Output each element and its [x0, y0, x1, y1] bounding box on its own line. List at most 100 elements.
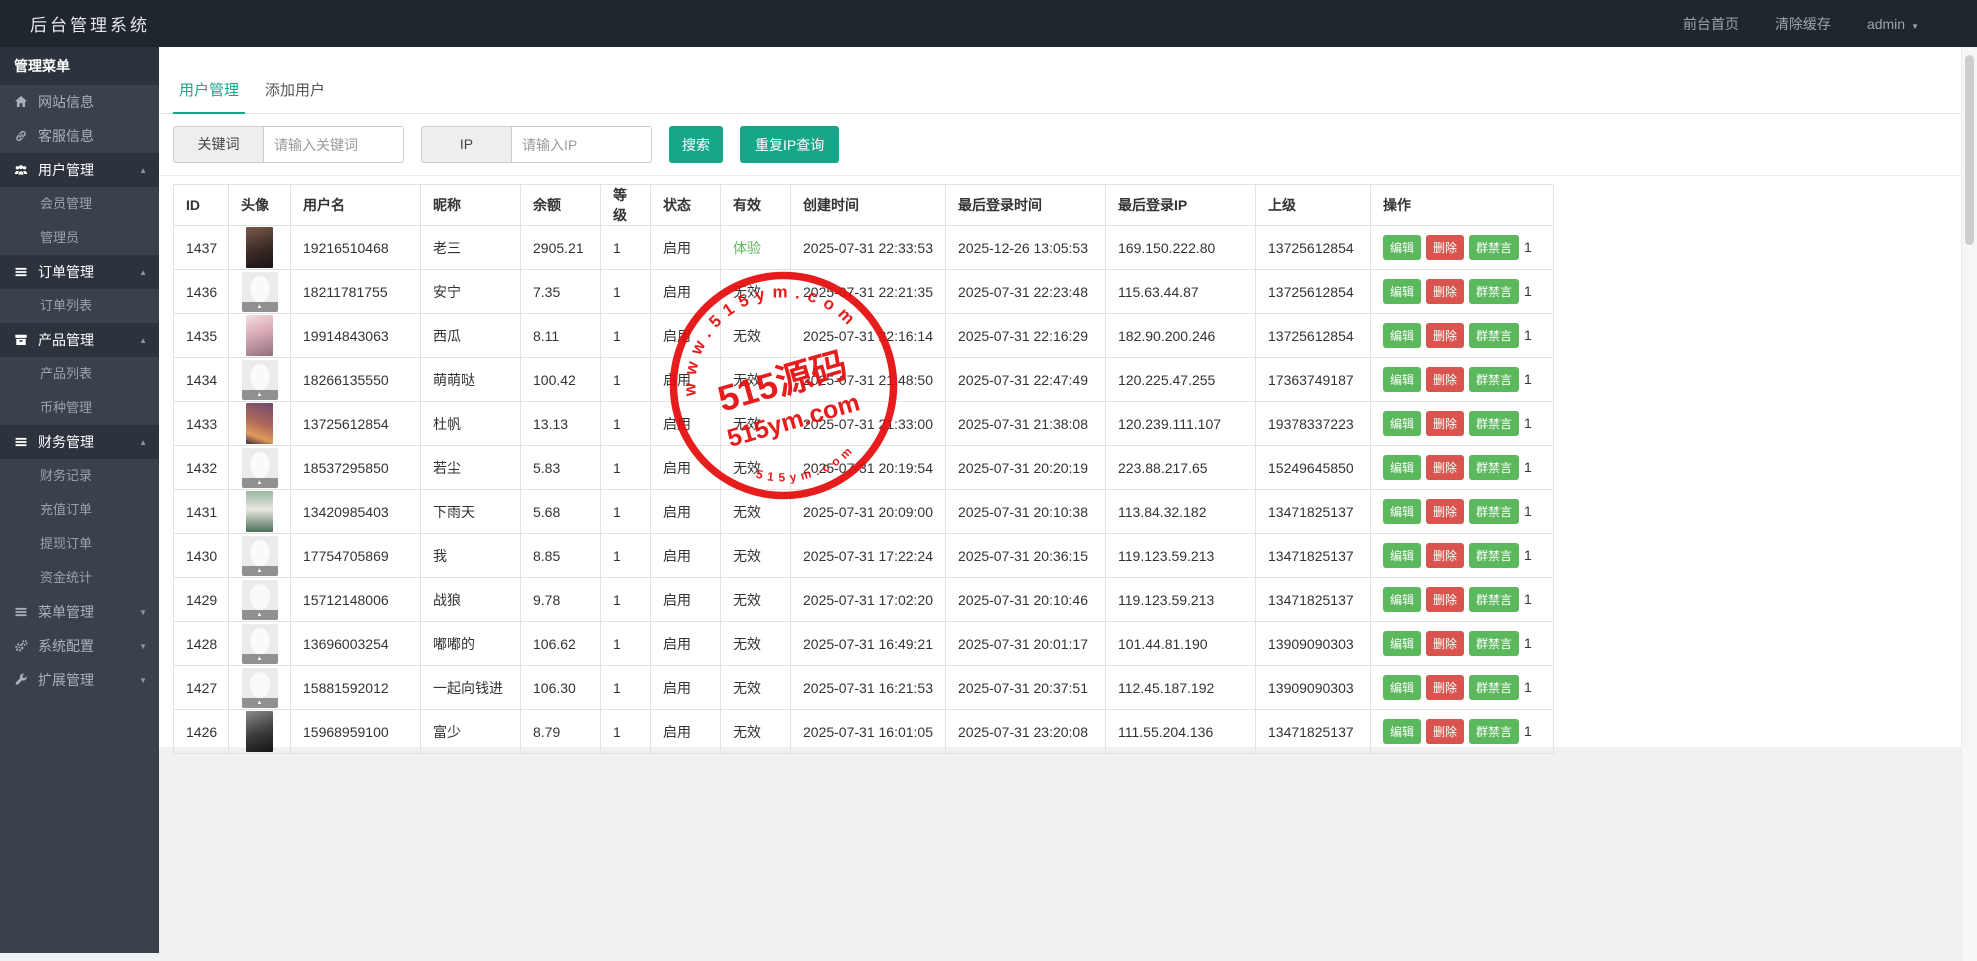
cell-actions: 编辑 删除 群禁言 1	[1370, 577, 1554, 622]
cell-valid: 无效	[720, 665, 791, 710]
cell-last-ip: 120.239.111.107	[1105, 401, 1256, 446]
delete-button[interactable]: 删除	[1426, 455, 1465, 480]
keyword-label: 关键词	[173, 126, 263, 163]
edit-button[interactable]: 编辑	[1383, 719, 1422, 744]
delete-button[interactable]: 删除	[1426, 411, 1465, 436]
vertical-scrollbar[interactable]	[1961, 47, 1977, 961]
sidebar-item-label: 财务管理	[38, 434, 94, 450]
avatar-default: ▲	[241, 667, 278, 708]
edit-button[interactable]: 编辑	[1383, 631, 1422, 656]
cell-avatar: ▲	[228, 621, 291, 666]
edit-button[interactable]: 编辑	[1383, 235, 1422, 260]
cell-username: 17754705869	[290, 533, 421, 578]
edit-button[interactable]: 编辑	[1383, 587, 1422, 612]
valid-badge: 体验	[733, 239, 761, 256]
scrollbar-thumb[interactable]	[1965, 55, 1974, 245]
sidebar-item-label: 扩展管理	[38, 672, 94, 688]
sidebar-subitem-order-list[interactable]: 订单列表	[0, 289, 159, 323]
nav-clear-cache[interactable]: 清除缓存	[1775, 14, 1831, 34]
sidebar-item-support-info[interactable]: 客服信息	[0, 119, 159, 153]
delete-button[interactable]: 删除	[1426, 587, 1465, 612]
sidebar-item-finance-management[interactable]: 财务管理 ▲	[0, 425, 159, 459]
column-header-8: 创建时间	[790, 184, 946, 226]
edit-button[interactable]: 编辑	[1383, 455, 1422, 480]
delete-button[interactable]: 删除	[1426, 279, 1465, 304]
sidebar-subitem-member-management[interactable]: 会员管理	[0, 187, 159, 221]
sidebar-item-order-management[interactable]: 订单管理 ▲	[0, 255, 159, 289]
valid-badge: 无效	[733, 679, 761, 696]
group-mute-button[interactable]: 群禁言	[1469, 719, 1520, 744]
cell-actions: 编辑 删除 群禁言 1	[1370, 621, 1554, 666]
group-mute-button[interactable]: 群禁言	[1469, 631, 1520, 656]
sidebar-item-label: 菜单管理	[38, 604, 94, 620]
cell-id: 1435	[173, 313, 229, 358]
cell-created: 2025-07-31 21:33:00	[790, 401, 946, 446]
cell-valid: 无效	[720, 313, 791, 358]
delete-button[interactable]: 删除	[1426, 675, 1465, 700]
group-mute-button[interactable]: 群禁言	[1469, 323, 1520, 348]
sidebar-subitem-funds-statistics[interactable]: 资金统计	[0, 561, 159, 595]
group-mute-button[interactable]: 群禁言	[1469, 543, 1520, 568]
sidebar-item-site-info[interactable]: 网站信息	[0, 85, 159, 119]
tab-user-management[interactable]: 用户管理	[173, 79, 246, 114]
edit-button[interactable]: 编辑	[1383, 411, 1422, 436]
edit-button[interactable]: 编辑	[1383, 543, 1422, 568]
cell-id: 1434	[173, 357, 229, 402]
cell-level: 1	[600, 445, 651, 490]
cell-actions: 编辑 删除 群禁言 1	[1370, 401, 1554, 446]
group-mute-button[interactable]: 群禁言	[1469, 455, 1520, 480]
keyword-input[interactable]	[263, 126, 404, 163]
sidebar-subitem-currency-management[interactable]: 币种管理	[0, 391, 159, 425]
delete-button[interactable]: 删除	[1426, 323, 1465, 348]
cell-level: 1	[600, 577, 651, 622]
edit-button[interactable]: 编辑	[1383, 323, 1422, 348]
user-menu[interactable]: admin ▼	[1867, 16, 1919, 32]
list-icon	[14, 435, 30, 449]
sidebar-subitem-product-list[interactable]: 产品列表	[0, 357, 159, 391]
ip-input[interactable]	[511, 126, 652, 163]
avatar-default: ▲	[241, 447, 278, 488]
nav-front-home[interactable]: 前台首页	[1683, 14, 1739, 34]
edit-button[interactable]: 编辑	[1383, 675, 1422, 700]
edit-button[interactable]: 编辑	[1383, 499, 1422, 524]
cell-last-login: 2025-07-31 21:38:08	[945, 401, 1106, 446]
avatar-default: ▲	[241, 623, 278, 664]
sidebar-item-user-management[interactable]: 用户管理 ▲	[0, 153, 159, 187]
duplicate-ip-button[interactable]: 重复IP查询	[740, 126, 840, 163]
group-mute-button[interactable]: 群禁言	[1469, 411, 1520, 436]
sidebar-item-system-config[interactable]: 系统配置 ▼	[0, 629, 159, 663]
valid-badge: 无效	[733, 503, 761, 520]
column-header-7: 有效	[720, 184, 791, 226]
sidebar-subitem-recharge-orders[interactable]: 充值订单	[0, 493, 159, 527]
edit-button[interactable]: 编辑	[1383, 279, 1422, 304]
delete-button[interactable]: 删除	[1426, 499, 1465, 524]
cell-parent: 17363749187	[1255, 357, 1371, 402]
sidebar-subitem-administrators[interactable]: 管理员	[0, 221, 159, 255]
filter-divider	[159, 175, 1961, 176]
delete-button[interactable]: 删除	[1426, 631, 1465, 656]
group-mute-button[interactable]: 群禁言	[1469, 279, 1520, 304]
group-mute-button[interactable]: 群禁言	[1469, 367, 1520, 392]
sidebar-subitem-withdraw-orders[interactable]: 提现订单	[0, 527, 159, 561]
sidebar-item-extension-management[interactable]: 扩展管理 ▼	[0, 663, 159, 697]
sidebar-item-menu-management[interactable]: 菜单管理 ▼	[0, 595, 159, 629]
group-mute-button[interactable]: 群禁言	[1469, 587, 1520, 612]
search-button[interactable]: 搜索	[669, 126, 723, 163]
group-mute-button[interactable]: 群禁言	[1469, 499, 1520, 524]
sidebar-subitem-finance-records[interactable]: 财务记录	[0, 459, 159, 493]
delete-button[interactable]: 删除	[1426, 543, 1465, 568]
cell-nickname: 富少	[420, 709, 521, 754]
avatar-photo	[246, 227, 273, 268]
delete-button[interactable]: 删除	[1426, 235, 1465, 260]
delete-button[interactable]: 删除	[1426, 719, 1465, 744]
group-mute-button[interactable]: 群禁言	[1469, 675, 1520, 700]
tab-add-user[interactable]: 添加用户	[259, 79, 331, 113]
group-mute-button[interactable]: 群禁言	[1469, 235, 1520, 260]
valid-badge: 无效	[733, 415, 761, 432]
delete-button[interactable]: 删除	[1426, 367, 1465, 392]
edit-button[interactable]: 编辑	[1383, 367, 1422, 392]
sidebar-item-product-management[interactable]: 产品管理 ▲	[0, 323, 159, 357]
cell-username: 13696003254	[290, 621, 421, 666]
navbar-links: 前台首页 清除缓存 admin ▼	[1683, 14, 1977, 34]
mute-count: 1	[1524, 503, 1532, 519]
